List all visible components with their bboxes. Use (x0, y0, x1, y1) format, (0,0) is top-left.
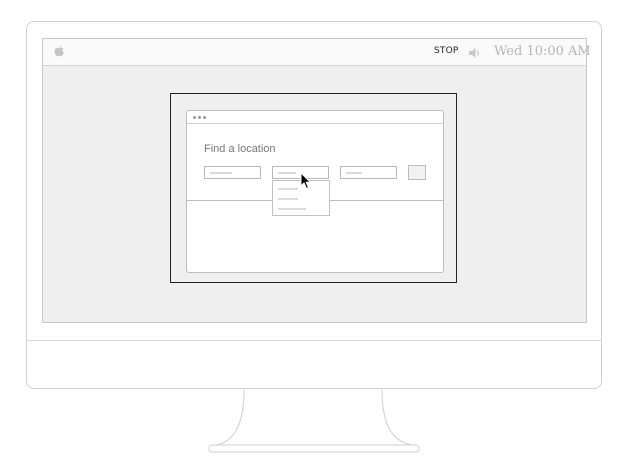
field-placeholder (346, 172, 362, 174)
dropdown-option[interactable] (278, 198, 298, 200)
menubar-clock[interactable]: Wed 10:00 AM (494, 44, 591, 59)
window-zoom-dot[interactable] (203, 116, 206, 119)
location-field-3[interactable] (340, 166, 397, 179)
location-field-1[interactable] (204, 166, 261, 179)
imac-stand (208, 389, 420, 453)
field-placeholder (210, 172, 232, 174)
field-placeholder (278, 172, 296, 174)
dropdown-option[interactable] (278, 188, 298, 190)
dropdown-option[interactable] (278, 208, 306, 210)
stop-button[interactable]: STOP (434, 46, 459, 56)
window-minimize-dot[interactable] (198, 116, 201, 119)
menu-bar: STOP Wed 10:00 AM (43, 39, 591, 66)
speaker-icon[interactable] (468, 46, 482, 64)
browser-title-bar (187, 111, 443, 124)
mouse-pointer-icon (300, 171, 312, 195)
window-close-dot[interactable] (193, 116, 196, 119)
apple-logo-icon[interactable] (54, 45, 65, 63)
page-title: Find a location (204, 143, 276, 155)
search-button[interactable] (408, 165, 426, 180)
imac-chin-divider (26, 340, 602, 341)
